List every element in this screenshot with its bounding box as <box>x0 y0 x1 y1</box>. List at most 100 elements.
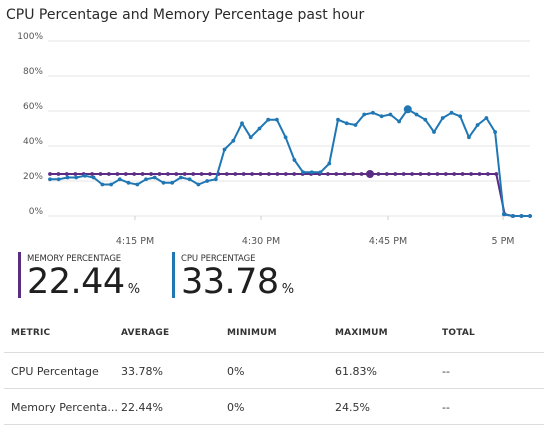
memory-data-point[interactable] <box>149 172 154 176</box>
memory-data-point[interactable] <box>208 172 212 176</box>
cpu-data-point[interactable] <box>484 116 489 120</box>
cpu-data-point[interactable] <box>187 177 192 182</box>
memory-data-point[interactable] <box>351 172 356 176</box>
memory-data-point[interactable] <box>401 172 406 176</box>
header-maximum[interactable]: MAXIMUM <box>335 328 388 338</box>
memory-data-point[interactable] <box>452 172 457 176</box>
memory-data-point[interactable] <box>233 172 238 176</box>
memory-data-point[interactable] <box>48 172 52 176</box>
cpu-data-point[interactable] <box>397 119 401 124</box>
memory-data-point[interactable] <box>132 172 137 176</box>
memory-data-point[interactable] <box>292 172 297 176</box>
memory-data-point[interactable] <box>241 172 246 176</box>
memory-data-point[interactable] <box>107 172 111 176</box>
cpu-data-point[interactable] <box>336 117 340 122</box>
memory-data-point[interactable] <box>166 172 170 176</box>
cpu-data-point[interactable] <box>403 105 412 114</box>
header-minimum[interactable]: MINIMUM <box>227 328 277 338</box>
memory-data-point[interactable] <box>427 172 431 176</box>
header-total[interactable]: TOTAL <box>442 328 475 338</box>
cpu-data-point[interactable] <box>231 138 236 143</box>
line-chart[interactable]: 0% 20% 40% 60% 80% 100% 4:15 PM 4:30 PM 4:45 PM… <box>0 0 548 250</box>
memory-data-point[interactable] <box>342 172 347 176</box>
cpu-series[interactable] <box>48 105 532 218</box>
cpu-data-point[interactable] <box>135 182 140 187</box>
cpu-data-point[interactable] <box>493 130 497 134</box>
cpu-data-point[interactable] <box>432 130 436 134</box>
memory-data-point[interactable] <box>182 172 187 176</box>
cpu-data-point[interactable] <box>327 161 332 166</box>
cpu-data-point[interactable] <box>371 110 375 115</box>
cpu-data-point[interactable] <box>475 123 480 127</box>
cpu-data-point[interactable] <box>362 112 367 117</box>
cpu-data-point[interactable] <box>423 117 428 122</box>
memory-data-point[interactable] <box>359 172 364 176</box>
header-average[interactable]: AVERAGE <box>121 328 169 338</box>
cpu-data-point[interactable] <box>48 177 52 182</box>
cpu-data-point[interactable] <box>196 182 201 187</box>
memory-data-point[interactable] <box>191 172 196 176</box>
cpu-data-point[interactable] <box>510 214 515 218</box>
cpu-data-point[interactable] <box>467 135 471 140</box>
cpu-data-point[interactable] <box>152 175 157 180</box>
cpu-data-point[interactable] <box>275 117 279 122</box>
cpu-data-point[interactable] <box>501 212 506 217</box>
cpu-data-point[interactable] <box>109 182 113 187</box>
cpu-data-point[interactable] <box>301 170 305 175</box>
memory-data-point[interactable] <box>140 172 145 176</box>
cpu-data-point[interactable] <box>388 112 393 117</box>
cpu-data-point[interactable] <box>266 117 271 122</box>
cpu-data-point[interactable] <box>213 177 218 182</box>
cpu-data-point[interactable] <box>56 177 61 182</box>
memory-data-point[interactable] <box>73 172 78 176</box>
memory-data-point[interactable] <box>199 172 204 176</box>
cpu-data-point[interactable] <box>292 158 297 162</box>
cpu-data-point[interactable] <box>528 214 532 218</box>
memory-data-point[interactable] <box>174 172 179 176</box>
memory-data-point[interactable] <box>115 172 120 176</box>
cpu-data-point[interactable] <box>126 180 131 185</box>
memory-data-point[interactable] <box>98 172 103 176</box>
cpu-data-point[interactable] <box>205 179 210 183</box>
memory-data-point[interactable] <box>366 170 374 178</box>
memory-data-point[interactable] <box>494 172 499 176</box>
cpu-data-point[interactable] <box>117 177 122 182</box>
memory-data-point[interactable] <box>460 172 465 176</box>
cpu-data-point[interactable] <box>240 121 244 126</box>
memory-data-point[interactable] <box>486 172 490 176</box>
memory-series[interactable] <box>48 170 532 218</box>
memory-data-point[interactable] <box>393 172 398 176</box>
cpu-data-point[interactable] <box>248 135 253 140</box>
memory-data-point[interactable] <box>275 172 280 176</box>
memory-data-point[interactable] <box>250 172 255 176</box>
cpu-data-point[interactable] <box>449 110 454 115</box>
cpu-data-point[interactable] <box>74 175 79 180</box>
memory-data-point[interactable] <box>376 172 381 176</box>
memory-data-point[interactable] <box>326 172 330 176</box>
memory-data-point[interactable] <box>157 172 162 176</box>
cpu-data-point[interactable] <box>65 175 70 180</box>
memory-data-point[interactable] <box>56 172 61 176</box>
memory-data-point[interactable] <box>283 172 288 176</box>
memory-data-point[interactable] <box>123 172 128 176</box>
memory-data-point[interactable] <box>443 172 448 176</box>
memory-data-point[interactable] <box>90 172 94 176</box>
cpu-data-point[interactable] <box>309 170 314 175</box>
cpu-data-point[interactable] <box>144 177 148 182</box>
cpu-data-point[interactable] <box>379 114 384 119</box>
cpu-data-point[interactable] <box>100 182 105 187</box>
cpu-data-point[interactable] <box>83 173 87 178</box>
memory-data-point[interactable] <box>435 172 440 176</box>
header-metric[interactable]: METRIC <box>11 328 50 338</box>
memory-data-point[interactable] <box>477 172 482 176</box>
cpu-data-point[interactable] <box>344 121 349 126</box>
memory-data-point[interactable] <box>64 172 69 176</box>
cpu-data-point[interactable] <box>179 175 183 180</box>
cpu-data-point[interactable] <box>414 112 419 117</box>
cpu-data-point[interactable] <box>91 175 96 180</box>
cpu-data-point[interactable] <box>458 114 463 119</box>
memory-data-point[interactable] <box>418 172 423 176</box>
cpu-data-point[interactable] <box>440 116 445 120</box>
cpu-data-point[interactable] <box>222 147 227 152</box>
memory-data-point[interactable] <box>224 172 229 176</box>
